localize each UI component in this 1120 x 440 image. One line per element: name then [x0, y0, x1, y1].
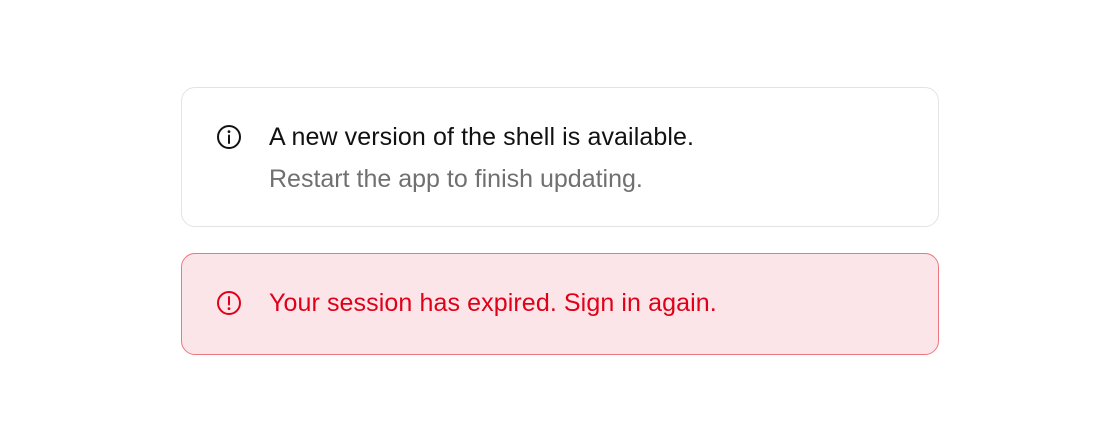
error-alert: Your session has expired. Sign in again. — [181, 253, 939, 355]
info-circle-icon — [215, 123, 243, 151]
info-alert-description: Restart the app to finish updating. — [269, 165, 643, 193]
info-alert: A new version of the shell is available.… — [181, 87, 939, 227]
info-alert-content: A new version of the shell is available.… — [269, 121, 918, 195]
alert-circle-icon — [215, 289, 243, 317]
info-alert-title: A new version of the shell is available. — [269, 123, 695, 151]
error-alert-title: Your session has expired. Sign in again. — [269, 289, 717, 317]
error-alert-content: Your session has expired. Sign in again. — [269, 287, 918, 319]
